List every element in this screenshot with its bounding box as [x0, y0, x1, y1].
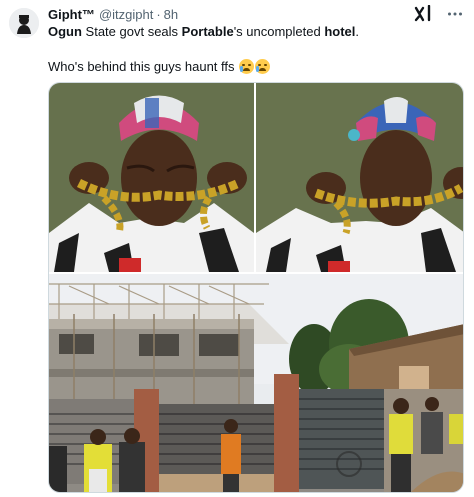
text-segment: . — [355, 24, 360, 39]
text-segment: Who's behind this guys haunt ffs — [48, 59, 235, 74]
avatar-icon — [9, 8, 39, 38]
text-bold-ogun: Ogun — [48, 24, 82, 39]
user-handle[interactable]: @itzgipht — [99, 7, 153, 22]
tweet-text-line-1: Ogun State govt seals Portable's uncompl… — [48, 23, 464, 40]
more-options-icon[interactable] — [446, 5, 464, 23]
text-bold-hotel: hotel — [324, 24, 356, 39]
media-grid — [48, 82, 464, 493]
text-bold-portable: Portable — [181, 24, 234, 39]
photo-2[interactable] — [256, 83, 463, 272]
avatar[interactable] — [9, 8, 39, 38]
separator-dot: · — [156, 6, 161, 22]
grok-icon[interactable] — [414, 5, 436, 23]
photo-3[interactable] — [49, 274, 463, 492]
crying-face-emoji-icon — [255, 59, 271, 74]
text-segment: State govt seals — [81, 24, 182, 39]
crying-face-emoji-icon — [239, 59, 255, 74]
tweet-header: Gipht™ @itzgipht · 8h — [48, 5, 464, 23]
display-name[interactable]: Gipht™ — [48, 7, 95, 22]
timestamp[interactable]: 8h — [164, 7, 178, 22]
photo-1[interactable] — [49, 83, 254, 272]
tweet-text-line-2: Who's behind this guys haunt ffs — [48, 58, 464, 75]
tweet[interactable]: Gipht™ @itzgipht · 8h Ogun State govt se… — [0, 0, 474, 497]
text-segment: 's uncompleted — [233, 24, 325, 39]
